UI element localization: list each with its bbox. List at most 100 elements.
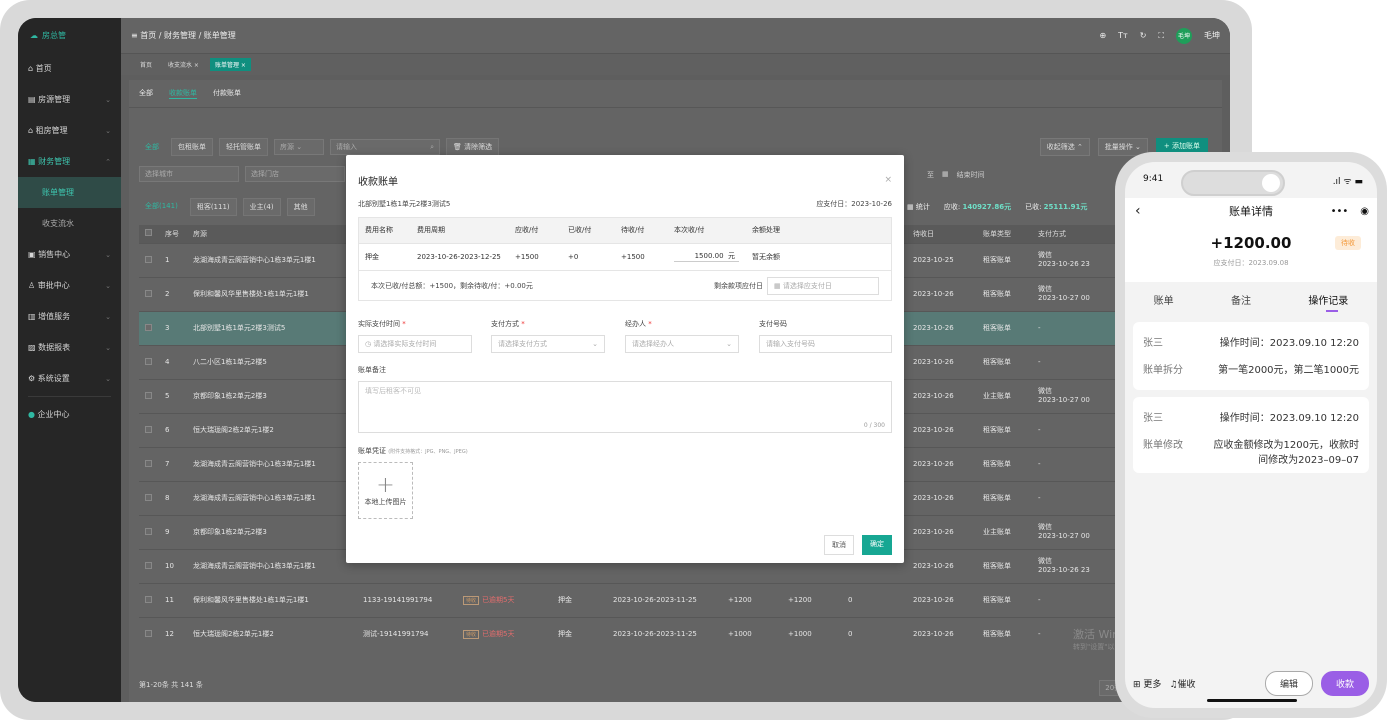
sidebar-item-settings[interactable]: ⚙ 系统设置 ⌄ — [18, 363, 121, 394]
edit-button[interactable]: 编辑 — [1264, 670, 1313, 696]
pay-time-picker[interactable]: ◷ 请选择实际支付时间 — [358, 335, 472, 353]
tab-home[interactable]: 首页 — [135, 58, 157, 71]
phone-screen: 9:41 .ıl ᯤ ▬ ‹ 账单详情 ••• ◉ +1200.00 待收 应支付日… — [1125, 162, 1377, 708]
lock-icon[interactable]: ⊕ — [1099, 31, 1106, 40]
row-checkbox[interactable] — [145, 323, 152, 331]
room-select[interactable]: 房源 ⌄ — [274, 139, 324, 155]
table-row[interactable]: 11 保利和馨风华里售楼处1栋1单元1楼1 1133-19141991794 待收 已逾… — [139, 582, 1222, 617]
chip-all[interactable]: 全部 — [139, 139, 165, 155]
calendar-icon: ▦ — [942, 170, 949, 178]
this-pay-input[interactable]: 1500.00 元 — [674, 251, 739, 263]
remain-date-picker[interactable]: ▦ 请选择应支付日 — [767, 276, 879, 295]
house-icon: ⌂ — [28, 126, 34, 135]
enterprise-icon: ● — [28, 410, 35, 419]
sidebar-item-report[interactable]: ▨ 数据报表 ⌄ — [18, 332, 121, 363]
fullscreen-icon[interactable]: ⛶ — [1158, 31, 1164, 41]
sidebar-item-bills[interactable]: 账单管理 — [18, 177, 121, 208]
city-select[interactable]: 选择城市 — [139, 166, 239, 182]
select-all-checkbox[interactable] — [145, 229, 152, 237]
signal-icon: .ıl ᯤ ▬ — [1332, 177, 1363, 187]
chevron-down-icon: ⌄ — [105, 343, 111, 352]
search-input[interactable]: 请输入 ⌕ — [330, 139, 440, 155]
user-name[interactable]: 毛坤 — [1204, 30, 1220, 41]
table-row[interactable]: 12 恒大瑞珑阁2栋2单元1楼2 测试-19141991794 待收 已逾期5天 押金 20… — [139, 616, 1222, 651]
tab-remark[interactable]: 备注 — [1231, 292, 1251, 307]
divider — [28, 396, 111, 397]
row-checkbox[interactable] — [145, 289, 152, 297]
collapse-filter-button[interactable]: 收起筛选 ⌃ — [1039, 138, 1090, 156]
sidebar-item-rooms[interactable]: ▤ 房源管理 ⌄ — [18, 84, 121, 115]
row-checkbox[interactable] — [145, 425, 152, 433]
sidebar-item-flow[interactable]: 收支流水 — [18, 208, 121, 239]
number-label: 支付号码 — [759, 320, 787, 328]
collect-button[interactable]: 收款 — [1320, 670, 1369, 696]
report-icon: ▨ — [28, 343, 36, 352]
tab-bills[interactable]: 账单管理 × — [209, 58, 251, 71]
sidebar-item-service[interactable]: ▥ 增值服务 ⌄ — [18, 301, 121, 332]
topbar-icons: ⊕ Tт ↻ ⛶ 毛坤 毛坤 — [1099, 27, 1220, 44]
remark-textarea[interactable]: 填写后租客不可见 0 / 300 — [358, 381, 892, 433]
store-select[interactable]: 选择门店 — [245, 166, 345, 182]
more-dots-icon[interactable]: ••• — [1331, 206, 1349, 217]
home-icon: ⌂ — [28, 64, 34, 73]
pay-method-select[interactable]: 请选择支付方式 ⌄ — [491, 335, 605, 353]
clear-filter-button[interactable]: 🗑 清除筛选 — [446, 138, 500, 156]
row-checkbox[interactable] — [145, 629, 152, 637]
avatar[interactable]: 毛坤 — [1176, 27, 1192, 44]
filter-row: 全部 包租账单 轻托管账单 房源 ⌄ 请输入 ⌕ 🗑 清除筛选 — [139, 138, 500, 156]
row-checkbox[interactable] — [145, 459, 152, 467]
subtab-receive[interactable]: 收款账单 — [169, 88, 197, 99]
target-icon[interactable]: ◉ — [1360, 206, 1369, 217]
refresh-icon[interactable]: ↻ — [1140, 31, 1147, 40]
chip-trust[interactable]: 轻托管账单 — [219, 138, 268, 156]
bell-icon: ♫ — [1169, 679, 1178, 690]
count-tabs: 全部(141) 租客(111) 业主(4) 其他 — [139, 198, 315, 216]
chevron-down-icon: ⌄ — [105, 312, 111, 321]
service-icon: ▥ — [28, 312, 36, 321]
sidebar-item-home[interactable]: ⌂ 首页 — [18, 53, 121, 84]
tab-records[interactable]: 操作记录 — [1308, 292, 1348, 312]
fee-row: 押金 2023-10-26-2023-12-25 +1500 +0 +1500 … — [359, 242, 891, 270]
row-checkbox[interactable] — [145, 357, 152, 365]
sidebar-item-approve[interactable]: ♙ 审批中心 ⌄ — [18, 270, 121, 301]
count-all[interactable]: 全部(141) — [139, 198, 184, 216]
sidebar-item-rent[interactable]: ⌂ 租房管理 ⌄ — [18, 115, 121, 146]
font-size-icon[interactable]: Tт — [1118, 31, 1128, 40]
sidebar-item-finance[interactable]: ▦ 财务管理 ⌃ — [18, 146, 121, 177]
app-logo[interactable]: ☁ 房总管 — [18, 18, 121, 53]
voucher-label: 账单凭证 (附件支持格式：JPG、PNG、JPEG) — [358, 447, 468, 455]
more-button[interactable]: ⊞ 更多 — [1133, 677, 1161, 690]
row-checkbox[interactable] — [145, 527, 152, 535]
summary-row: 本次已收/付总额：+1500，剩余待收/付：+0.00元 剩余款项应付日 ▦ 请选… — [359, 270, 891, 300]
chip-lease[interactable]: 包租账单 — [171, 138, 213, 156]
search-icon: ⌕ — [430, 142, 434, 151]
count-tenant[interactable]: 租客(111) — [189, 198, 237, 216]
subtab-pay[interactable]: 付款账单 — [213, 88, 241, 99]
sidebar-item-enterprise[interactable]: ● 企业中心 — [18, 399, 121, 430]
row-checkbox[interactable] — [145, 255, 152, 263]
handler-select[interactable]: 请选择经办人 ⌄ — [625, 335, 739, 353]
subtab-all[interactable]: 全部 — [139, 88, 153, 99]
tab-flow[interactable]: 收支流水 × — [163, 58, 204, 71]
breadcrumb: 首页 / 财务管理 / 账单管理 — [140, 31, 236, 40]
modal-title: 收款账单 — [358, 177, 398, 188]
row-checkbox[interactable] — [145, 561, 152, 569]
pay-number-input[interactable]: 请输入支付号码 — [759, 335, 892, 353]
row-checkbox[interactable] — [145, 493, 152, 501]
menu-icon[interactable]: ≡ — [131, 31, 138, 40]
tab-bill[interactable]: 账单 — [1154, 292, 1174, 307]
status-bar: 9:41 .ıl ᯤ ▬ — [1143, 174, 1363, 187]
sidebar-item-sales[interactable]: ▣ 销售中心 ⌄ — [18, 239, 121, 270]
ok-button[interactable]: 确定 — [862, 535, 892, 555]
status-badge: 待收 — [1335, 236, 1361, 250]
close-icon[interactable]: × — [884, 175, 892, 185]
count-other[interactable]: 其他 — [286, 198, 315, 216]
upload-button[interactable]: + 本地上传图片 — [358, 462, 413, 519]
cart-icon: ▣ — [28, 250, 36, 259]
back-icon[interactable]: ‹ — [1135, 203, 1141, 219]
row-checkbox[interactable] — [145, 595, 152, 603]
cancel-button[interactable]: 取消 — [824, 535, 854, 555]
count-owner[interactable]: 业主(4) — [242, 198, 281, 216]
row-checkbox[interactable] — [145, 391, 152, 399]
remind-button[interactable]: ♫催收 — [1169, 677, 1195, 690]
